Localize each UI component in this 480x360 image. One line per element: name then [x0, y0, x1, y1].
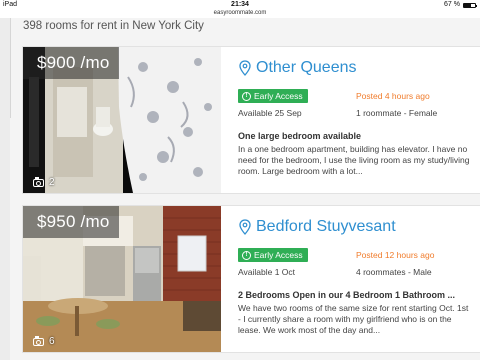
location-pin-icon	[239, 60, 251, 76]
listing-location-link[interactable]: Bedford Stuyvesant	[239, 218, 396, 236]
posted-time: Posted 4 hours ago	[356, 91, 430, 101]
listing-location-link[interactable]: Other Queens	[239, 59, 357, 77]
available-date: Available 25 Sep	[238, 108, 302, 118]
price-tag: $900 /mo	[23, 47, 120, 79]
photo-count: 6	[33, 335, 55, 347]
early-access-badge: ! Early Access	[238, 89, 308, 103]
listing-card[interactable]: $900 /mo 2 Other Queens ! Early Access P…	[22, 46, 480, 194]
results-heading: 398 rooms for rent in New York City	[23, 20, 204, 32]
early-access-badge: ! Early Access	[238, 248, 308, 262]
location-pin-icon	[239, 219, 251, 235]
price-tag: $950 /mo	[23, 206, 120, 238]
info-icon: !	[242, 250, 251, 260]
listing-description: We have two rooms of the same size for r…	[238, 303, 469, 335]
roommates-info: 4 roommates - Male	[356, 267, 432, 277]
side-divider	[10, 18, 11, 118]
camera-icon	[33, 176, 44, 187]
listing-title[interactable]: One large bedroom available	[238, 131, 361, 141]
listing-description: In a one bedroom apartment, building has…	[238, 144, 470, 176]
photo-count: 2	[33, 176, 55, 188]
posted-time: Posted 12 hours ago	[356, 250, 435, 260]
listing-photo[interactable]: $950 /mo 6	[23, 206, 221, 352]
info-icon: !	[242, 91, 251, 101]
listing-title[interactable]: 2 Bedrooms Open in our 4 Bedroom 1 Bathr…	[238, 290, 455, 300]
roommates-info: 1 roommate - Female	[356, 108, 438, 118]
listing-photo[interactable]: $900 /mo 2	[23, 47, 221, 193]
address-bar[interactable]: easyroommate.com	[0, 9, 480, 18]
available-date: Available 1 Oct	[238, 267, 296, 277]
battery-icon	[463, 2, 477, 8]
camera-icon	[33, 335, 44, 346]
listing-card[interactable]: $950 /mo 6 Bedford Stuyvesant ! Early Ac…	[22, 205, 480, 353]
